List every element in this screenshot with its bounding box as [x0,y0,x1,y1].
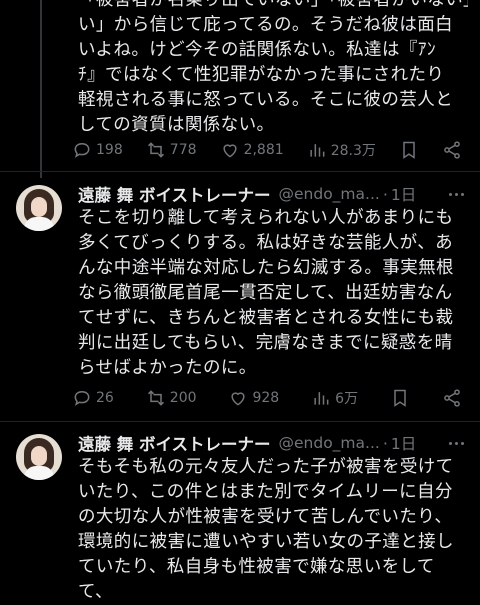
tweet-text-line: い」から信じて庇ってるの。そうだね彼は面白 [78,15,454,35]
like-button[interactable]: 2,881 [220,140,284,160]
views-icon [314,392,329,405]
like-count: 928 [252,390,280,406]
reply-button[interactable]: 198 [72,140,123,160]
author-name[interactable]: 遠藤 舞 ボイストレーナー [78,182,271,206]
more-icon[interactable] [445,438,468,449]
tweet-text-line: ﾁ』ではなくて性犯罪がなかった事にされたり [78,65,445,85]
bookmark-button[interactable] [399,140,419,160]
tweet-text-line: の大切な人が性被害を受けて苦しんでいたり、 [78,507,453,527]
repost-count: 200 [169,390,197,406]
tweet-text-line: んな中途半端な対応したら幻滅する。事実無根 [78,258,454,278]
tweet-body: そこを切り離して考えられない人があまりにも 多くてびっくりする。私は好きな芸能人… [78,206,468,381]
tweet-text-line: ていたり、私自身も性被害で嫌な思いをして [78,557,435,577]
timestamp[interactable]: 1日 [391,183,416,205]
avatar[interactable] [16,185,62,231]
tweet-text-line: そもそも私の元々友人だった子が被害を受けて [78,457,454,477]
tweet-body: そもそも私の元々友人だった子が被害を受けて いたり、この件とはまた別でタイムリー… [78,455,468,605]
share-icon [444,141,460,159]
separator-dot: · [382,184,388,204]
thread-line [40,0,42,178]
bookmark-icon [403,141,415,159]
share-icon [444,389,460,407]
reply-icon [74,390,90,406]
share-button[interactable] [442,388,462,408]
views-button[interactable]: 28.3万 [307,140,376,160]
tweet-body-top: 「被害者が名乗り出ていない」「被害者がいない」 い」から信じて庇ってるの。そうだ… [78,0,468,138]
tweet-text-line: てせずに、きちんと被害者とされる女性にも裁 [78,308,454,328]
tweet-text-line: しての資質は関係ない。 [78,115,275,135]
tweet-header: 遠藤 舞 ボイストレーナー @endo_ma... · 1日 [78,431,468,455]
timestamp[interactable]: 1日 [391,432,416,454]
like-button[interactable]: 928 [228,388,279,408]
tweet-text-line: いよね。けど今その話関係ない。私達は『ｱﾝ [78,40,437,60]
separator-dot: · [382,433,388,453]
repost-count: 778 [169,142,197,158]
repost-button[interactable]: 778 [146,140,197,160]
repost-icon [147,390,164,406]
like-icon [231,392,246,406]
reply-button[interactable]: 26 [72,388,114,408]
author-handle[interactable]: @endo_ma... [279,434,380,452]
divider [0,171,480,172]
views-count: 6万 [335,391,359,407]
avatar[interactable] [16,434,62,480]
tweet-text-line: 「被害者が名乗り出ていない」「被害者がいない」 [78,0,468,10]
tweet-text-line: いたり、この件とはまた別でタイムリーに自分 [78,482,453,502]
tweet-text-line: らせばよかったのに。 [78,358,257,378]
tweet-header: 遠藤 舞 ボイストレーナー @endo_ma... · 1日 [78,182,468,206]
repost-icon [147,142,164,158]
repost-button[interactable]: 200 [146,388,197,408]
share-button[interactable] [442,140,462,160]
reply-icon [74,142,90,158]
like-count: 2,881 [243,142,284,158]
tweet-text-line: 軽視される事に怒っている。そこに彼の芸人と [78,90,454,110]
views-count: 28.3万 [330,143,376,159]
tweet-text-line: 環境的に被害に遭いやすい若い女の子達と接し [78,532,454,552]
author-name[interactable]: 遠藤 舞 ボイストレーナー [78,431,271,455]
tweet-text-line: なら徹頭徹尾首尾一貫否定して、出廷妨害なん [78,283,453,303]
tweet-text-line: そこを切り離して考えられない人があまりにも [78,208,454,228]
author-handle[interactable]: @endo_ma... [279,185,380,203]
like-icon [222,144,237,158]
bookmark-button[interactable] [390,388,410,408]
tweet-text-line: て、 [78,582,113,602]
divider [0,421,480,422]
tweet-actions: 26 200 928 6万 [72,387,462,409]
tweet-actions: 198 778 2,881 28.3万 [72,139,462,161]
views-button[interactable]: 6万 [311,388,358,408]
bookmark-icon [394,389,406,407]
more-icon[interactable] [445,189,468,200]
reply-count: 198 [96,142,123,158]
tweet-text-line: 判に出廷してもらい、完膚なきまでに疑惑を晴 [78,333,453,353]
reply-count: 26 [96,390,114,406]
views-icon [310,144,325,157]
tweet-text-line: 多くてびっくりする。私は好きな芸能人が、あ [78,233,454,253]
